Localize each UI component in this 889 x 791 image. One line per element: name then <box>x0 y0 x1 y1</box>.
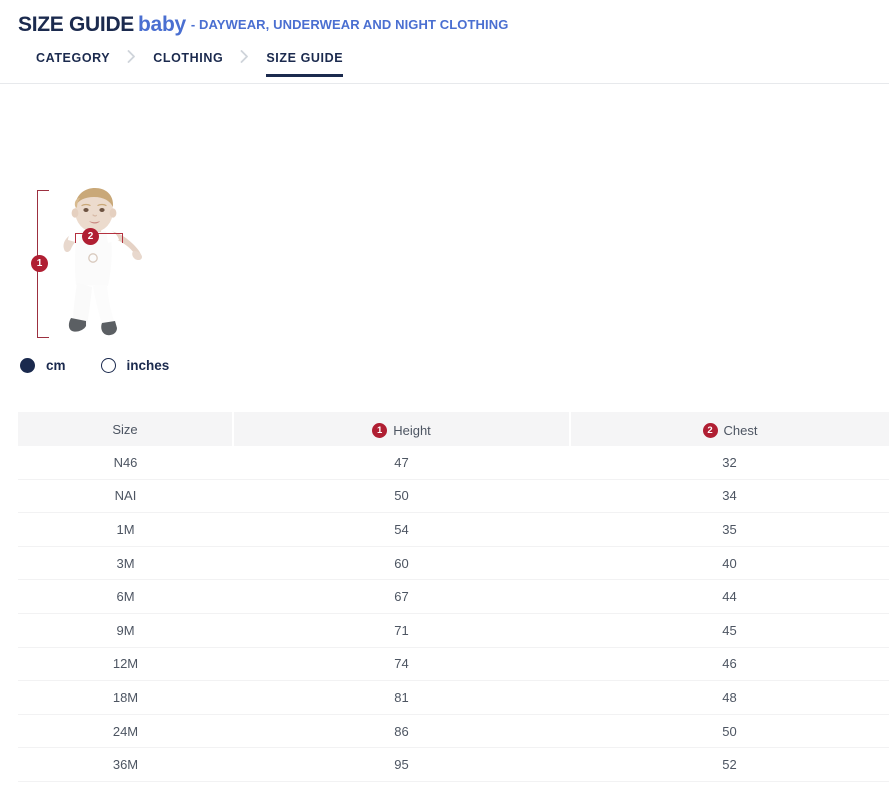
measurement-figure-zone: 1 2 <box>0 84 889 354</box>
cell-size: 12M <box>18 647 233 681</box>
cell-height: 74 <box>233 647 570 681</box>
cell-chest: 46 <box>570 647 889 681</box>
table-row: 9M 71 45 <box>18 613 889 647</box>
column-header-chest-label: Chest <box>724 423 758 438</box>
cell-chest: 34 <box>570 479 889 513</box>
baby-in-white-romper-photo <box>46 187 146 342</box>
cell-height: 54 <box>233 513 570 547</box>
height-marker-badge: 1 <box>31 253 48 272</box>
cell-height: 60 <box>233 546 570 580</box>
cell-height: 86 <box>233 714 570 748</box>
breadcrumb-item-size-guide[interactable]: SIZE GUIDE <box>266 50 343 77</box>
unit-option-inches[interactable]: inches <box>101 358 170 373</box>
radio-cm[interactable] <box>20 358 35 373</box>
page-title-category: baby <box>138 13 186 36</box>
size-guide-table: Size 1 Height 2 Chest N46 47 32 NAI <box>18 412 889 782</box>
page-title: SIZE GUIDE <box>18 13 134 36</box>
unit-option-inches-label: inches <box>127 358 170 373</box>
cell-height: 71 <box>233 613 570 647</box>
page-header: SIZE GUIDEbaby - DAYWEAR, UNDERWEAR AND N… <box>0 0 889 37</box>
column-header-size-label: Size <box>112 422 137 437</box>
baby-measurement-figure: 1 2 <box>30 187 160 347</box>
cell-size: N46 <box>18 446 233 479</box>
column-header-height-label: Height <box>393 423 431 438</box>
cell-chest: 32 <box>570 446 889 479</box>
unit-option-cm[interactable]: cm <box>20 358 66 373</box>
radio-inches[interactable] <box>101 358 116 373</box>
cell-size: 18M <box>18 681 233 715</box>
column-header-chest: 2 Chest <box>570 412 889 446</box>
height-column-badge: 1 <box>372 423 387 438</box>
unit-option-cm-label: cm <box>46 358 66 373</box>
breadcrumb: CATEGORY CLOTHING SIZE GUIDE <box>0 50 889 84</box>
cell-height: 81 <box>233 681 570 715</box>
column-header-size: Size <box>18 412 233 446</box>
cell-chest: 35 <box>570 513 889 547</box>
table-row: 3M 60 40 <box>18 546 889 580</box>
table-row: 6M 67 44 <box>18 580 889 614</box>
chest-column-badge: 2 <box>703 423 718 438</box>
cell-height: 95 <box>233 748 570 782</box>
cell-height: 47 <box>233 446 570 479</box>
cell-height: 67 <box>233 580 570 614</box>
chest-marker-badge: 2 <box>82 226 99 245</box>
unit-selector: cm inches <box>20 358 204 373</box>
cell-chest: 52 <box>570 748 889 782</box>
cell-size: NAI <box>18 479 233 513</box>
cell-size: 3M <box>18 546 233 580</box>
cell-size: 6M <box>18 580 233 614</box>
table-row: N46 47 32 <box>18 446 889 479</box>
table-row: 24M 86 50 <box>18 714 889 748</box>
size-table-body: N46 47 32 NAI 50 34 1M 54 35 3M 60 40 6M… <box>18 446 889 781</box>
cell-height: 50 <box>233 479 570 513</box>
column-header-height: 1 Height <box>233 412 570 446</box>
cell-chest: 50 <box>570 714 889 748</box>
chevron-right-icon <box>127 50 136 63</box>
cell-chest: 40 <box>570 546 889 580</box>
cell-chest: 48 <box>570 681 889 715</box>
table-row: 12M 74 46 <box>18 647 889 681</box>
table-row: 36M 95 52 <box>18 748 889 782</box>
cell-size: 1M <box>18 513 233 547</box>
table-row: NAI 50 34 <box>18 479 889 513</box>
table-row: 18M 81 48 <box>18 681 889 715</box>
breadcrumb-item-clothing[interactable]: CLOTHING <box>153 50 223 77</box>
page-title-tagline: - DAYWEAR, UNDERWEAR AND NIGHT CLOTHING <box>191 17 509 32</box>
cell-size: 36M <box>18 748 233 782</box>
cell-chest: 45 <box>570 613 889 647</box>
cell-size: 24M <box>18 714 233 748</box>
table-header-row: Size 1 Height 2 Chest <box>18 412 889 446</box>
cell-chest: 44 <box>570 580 889 614</box>
cell-size: 9M <box>18 613 233 647</box>
chevron-right-icon <box>240 50 249 63</box>
table-row: 1M 54 35 <box>18 513 889 547</box>
breadcrumb-item-category[interactable]: CATEGORY <box>36 50 110 77</box>
